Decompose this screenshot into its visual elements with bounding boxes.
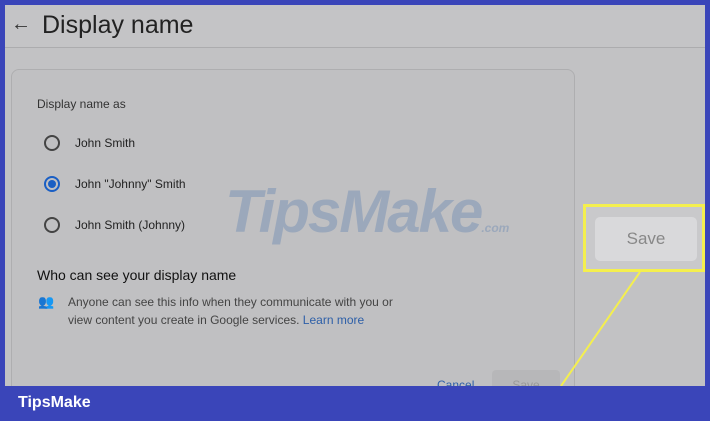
save-callout: Save <box>583 204 705 272</box>
callout-line <box>560 271 641 386</box>
page: ← Display name Display name as John Smit… <box>5 5 705 386</box>
save-button-zoomed[interactable]: Save <box>595 217 697 261</box>
footer-brand: TipsMake <box>18 394 91 411</box>
